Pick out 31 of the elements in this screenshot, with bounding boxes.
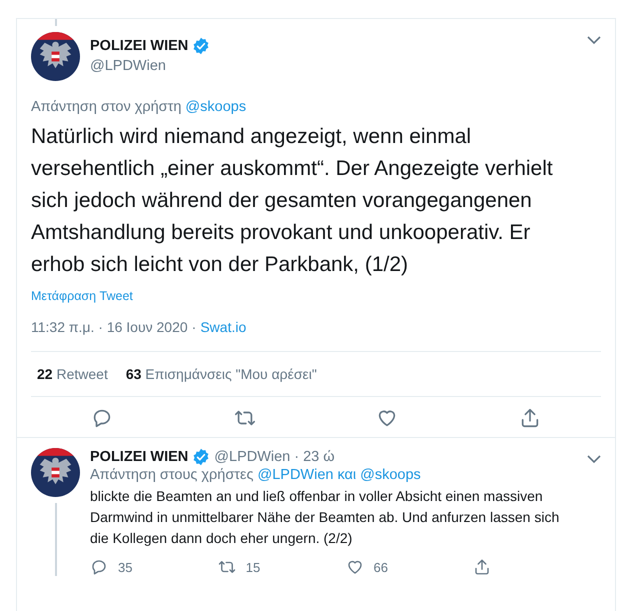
action-count: 66 — [374, 560, 388, 574]
separator-dot: · — [294, 449, 300, 465]
author-name[interactable]: POLIZEI WIEN — [90, 449, 188, 465]
mention-link[interactable]: @skoops — [185, 99, 246, 115]
mention-link[interactable]: και — [337, 467, 356, 483]
caret-icon[interactable] — [587, 36, 601, 45]
tweet-text: blickte die Beamten an und ließ offenbar in voller Absicht einen massiven Darmwind in unmittelbarer Nähe der Beamten ab. Und anfurzen lassen sich die Kollegen dann doch eher ungern. (2/2) — [90, 487, 560, 548]
caret-icon[interactable] — [587, 454, 601, 464]
action-count: 15 — [246, 560, 260, 574]
source-link[interactable]: Swat.io — [200, 319, 246, 335]
action-count: 35 — [118, 560, 132, 574]
eagle-logo-icon[interactable] — [31, 32, 80, 81]
timestamp[interactable]: 11:32 π.μ. · 16 Ιουν 2020 — [31, 319, 188, 335]
author-handle[interactable]: @LPDWien — [214, 449, 290, 465]
reply-icon[interactable] — [90, 558, 108, 576]
tweet-text: Natürlich wird niemand angezeigt, wenn einmal versehentlich „einer auskommt“. Der Angezeigte verhielt sich jedoch während der gesamten vorangegangenen Amtshandlung bereits provokant und unkooperativ. Er erhob sich leicht von der Parkbank, (1/2) — [31, 124, 554, 278]
reply-to-label: Απάντηση στους χρήστες — [90, 467, 254, 483]
heart-icon[interactable] — [346, 558, 364, 576]
stat-link[interactable]: 63 Επισημάνσεις "Μου αρέσει" — [126, 366, 317, 382]
author-name[interactable]: POLIZEI WIEN — [90, 38, 188, 54]
mention-link[interactable]: @LPDWien — [257, 467, 334, 483]
retweet-icon[interactable] — [218, 558, 236, 576]
timestamp[interactable]: 23 ώ — [303, 449, 335, 465]
separator-dot: · — [192, 319, 196, 335]
share-icon[interactable] — [473, 558, 492, 576]
mention-link[interactable]: @skoops — [360, 467, 421, 483]
eagle-logo-icon[interactable] — [31, 448, 80, 497]
author-handle[interactable]: @LPDWien — [90, 58, 577, 74]
stat-link[interactable]: 22 Retweet — [37, 366, 108, 382]
reply-to-label: Απάντηση στον χρήστη — [31, 99, 182, 115]
translate-link[interactable]: Μετάφραση Tweet — [31, 289, 133, 303]
